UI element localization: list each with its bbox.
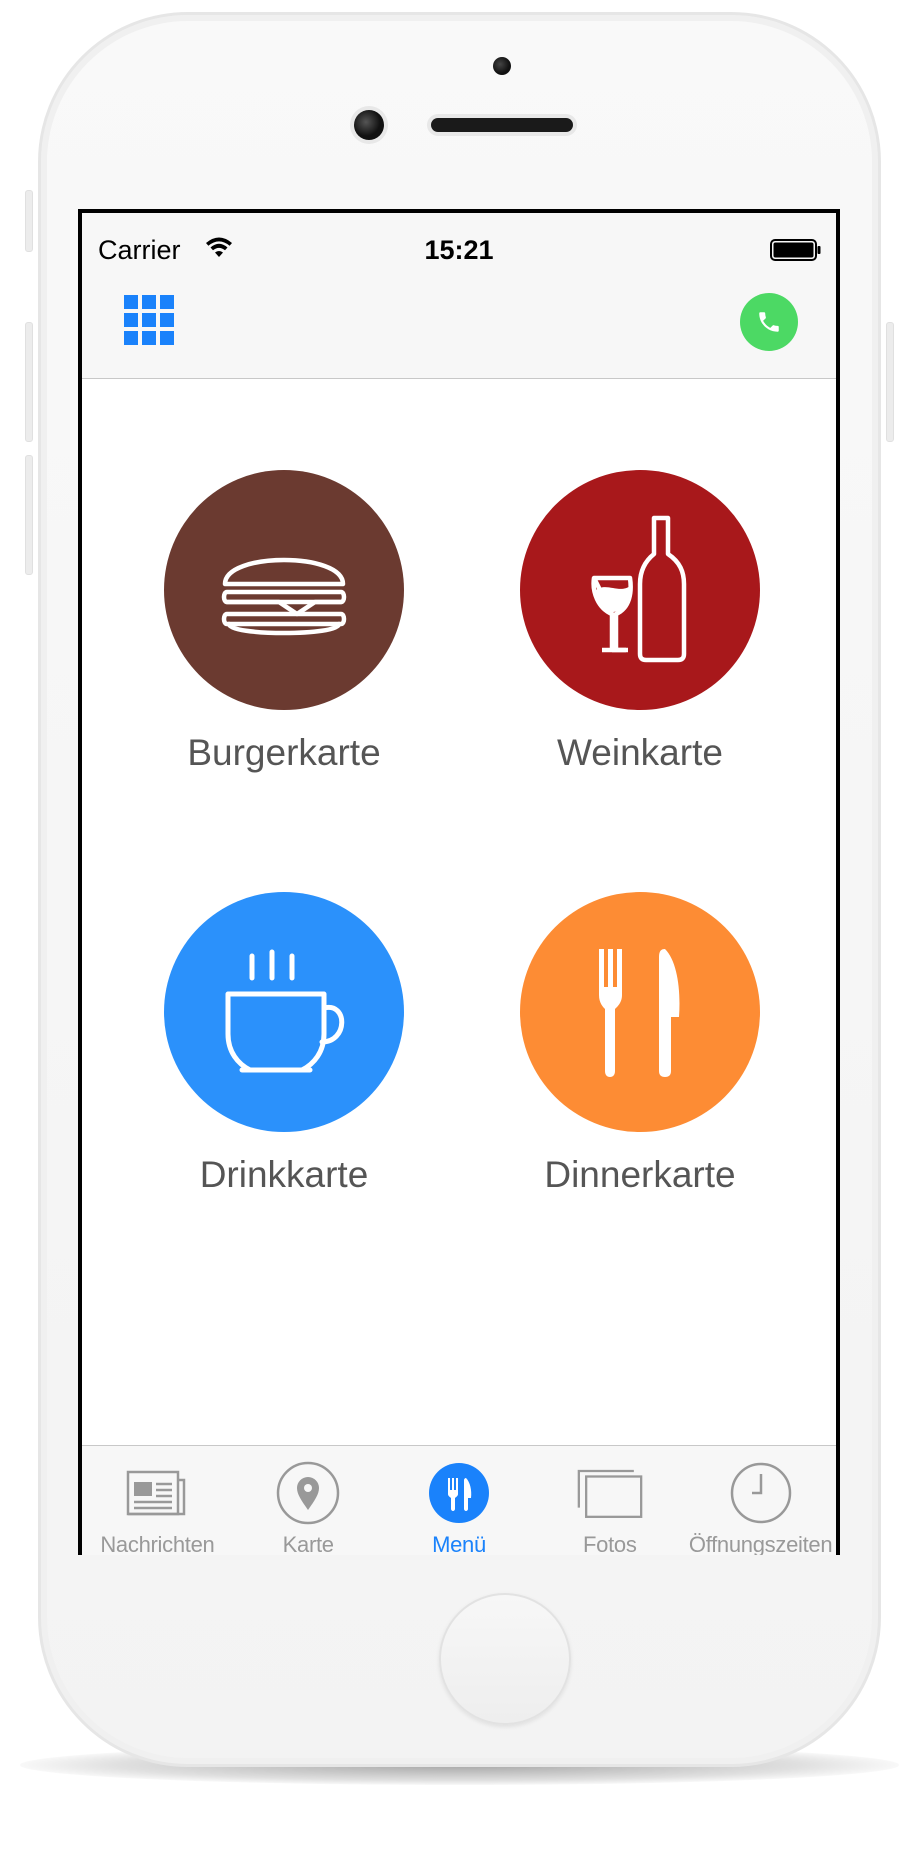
wine-circle	[520, 470, 760, 710]
battery-icon	[770, 239, 822, 266]
cutlery-icon	[599, 949, 680, 1077]
status-bar: Carrier 15:21	[82, 213, 836, 273]
burger-circle	[164, 470, 404, 710]
tab-label: Öffnungszeiten	[688, 1532, 833, 1555]
burger-menu-label: Burgerkarte	[187, 732, 381, 773]
tab-karte[interactable]: Karte	[233, 1446, 384, 1555]
proximity-sensor	[493, 57, 511, 75]
volume-down-button	[25, 455, 33, 575]
coffee-cup-icon	[225, 949, 345, 1073]
app-screen: Carrier 15:21 Burgerkarte Weinkarte Drin…	[78, 209, 840, 1555]
wine-menu-label: Weinkarte	[557, 732, 723, 773]
drink-menu-tile[interactable]: Drinkkarte	[134, 892, 434, 1212]
tab-fotos[interactable]: Fotos	[534, 1446, 685, 1555]
tab-label: Menü	[432, 1532, 486, 1555]
wine-icon	[591, 515, 687, 663]
dinner-circle	[520, 892, 760, 1132]
tab-menu[interactable]: Menü	[384, 1446, 535, 1555]
grid-menu-button[interactable]	[124, 295, 174, 345]
call-button[interactable]	[740, 293, 798, 351]
wine-menu-tile[interactable]: Weinkarte	[490, 470, 790, 790]
burger-icon	[221, 557, 347, 636]
clock-time: 15:21	[424, 235, 494, 265]
home-button[interactable]	[439, 1593, 571, 1725]
front-camera	[354, 110, 384, 140]
dinner-menu-label: Dinnerkarte	[544, 1154, 736, 1195]
tab-nachrichten[interactable]: Nachrichten	[82, 1446, 233, 1555]
dinner-menu-tile[interactable]: Dinnerkarte	[490, 892, 790, 1212]
menu-grid: Burgerkarte Weinkarte Drinkkarte Dinnerk…	[82, 380, 836, 1445]
tab-bar: Nachrichten Karte Menü Fotos Öffnungszei…	[82, 1445, 836, 1555]
tab-label: Nachrichten	[100, 1532, 215, 1555]
cutlery-icon	[426, 1460, 492, 1526]
burger-menu-tile[interactable]: Burgerkarte	[134, 470, 434, 790]
phone-icon	[759, 312, 779, 332]
earpiece-speaker	[431, 118, 573, 132]
drink-menu-label: Drinkkarte	[199, 1154, 369, 1195]
power-button	[886, 322, 894, 442]
clock-icon	[728, 1460, 794, 1526]
map-pin-icon	[275, 1460, 341, 1526]
tab-label: Fotos	[583, 1532, 637, 1555]
volume-up-button	[25, 322, 33, 442]
news-icon	[124, 1460, 190, 1526]
navigation-bar	[82, 273, 836, 379]
mute-switch	[25, 190, 33, 252]
photos-icon	[577, 1460, 643, 1526]
drink-circle	[164, 892, 404, 1132]
tab-label: Karte	[282, 1532, 334, 1555]
tab-oeffnungszeiten[interactable]: Öffnungszeiten	[685, 1446, 836, 1555]
grid-icon	[124, 295, 174, 345]
